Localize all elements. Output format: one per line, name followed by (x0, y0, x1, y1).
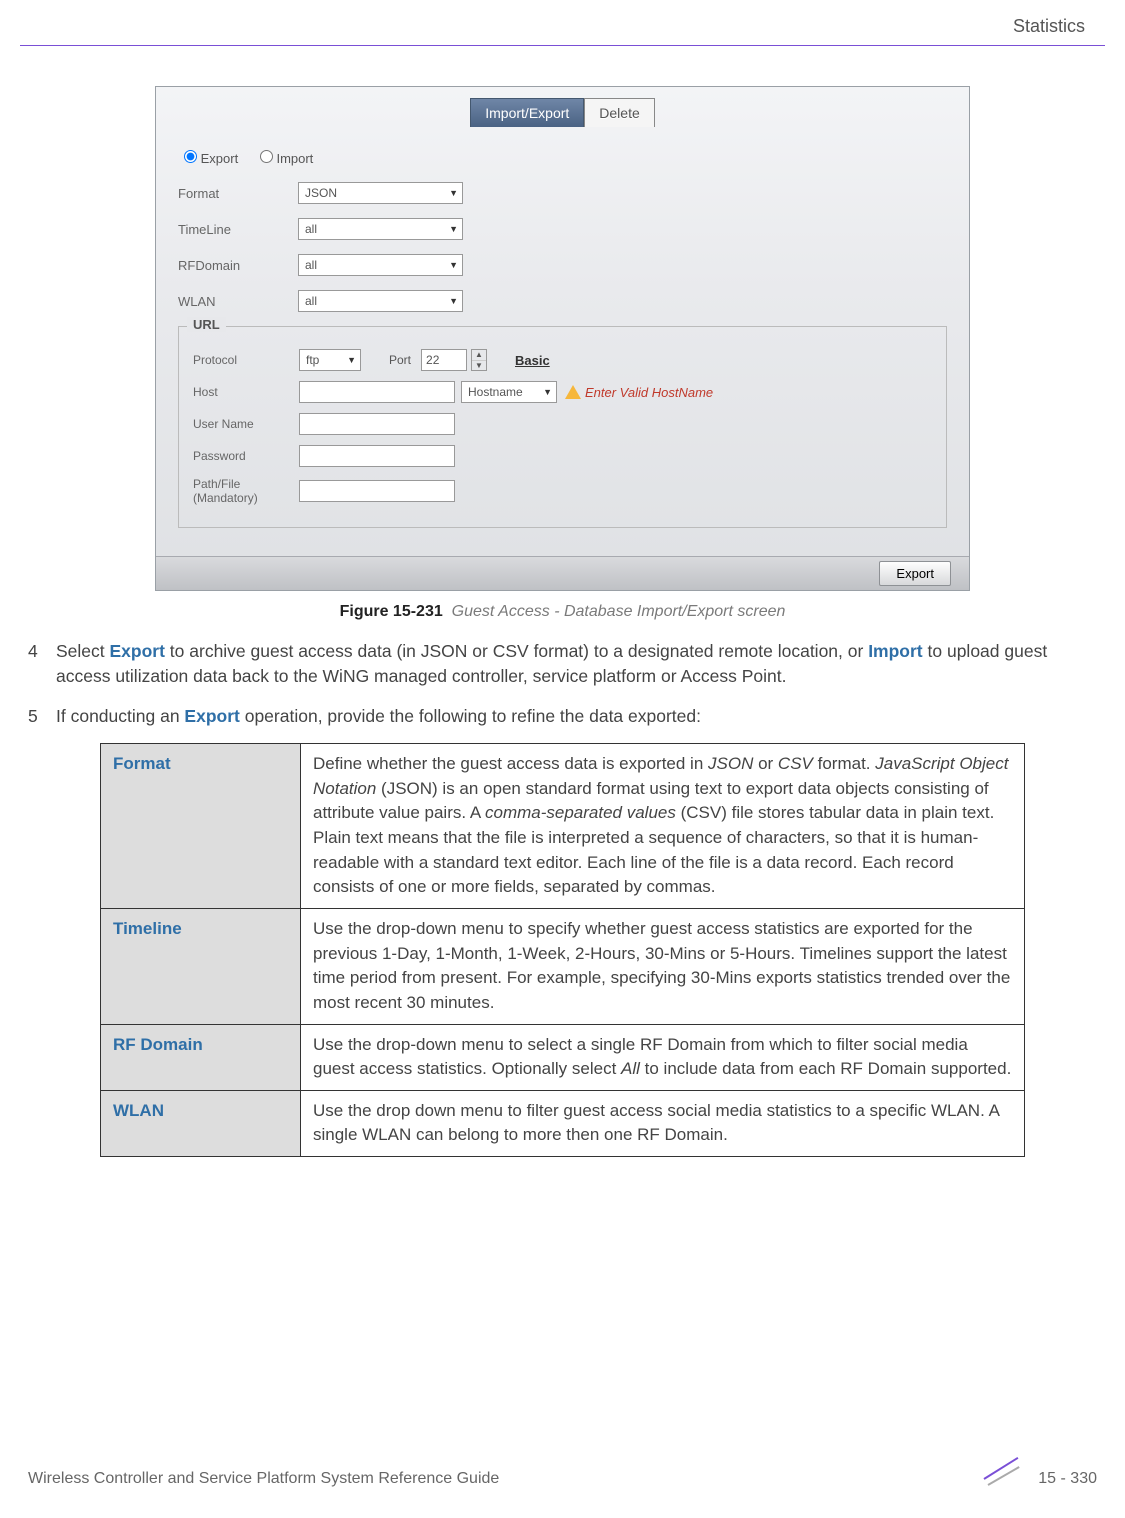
port-stepper[interactable]: ▲▼ (471, 349, 487, 371)
path-label: Path/File (Mandatory) (193, 477, 299, 505)
wlan-select[interactable]: all ▼ (298, 290, 463, 312)
definitions-table: Format Define whether the guest access d… (100, 743, 1025, 1157)
page-header: Statistics (0, 0, 1125, 45)
path-input[interactable] (299, 480, 455, 502)
desc-timeline: Use the drop-down menu to specify whethe… (301, 908, 1025, 1024)
host-type-select[interactable]: Hostname ▼ (461, 381, 557, 403)
chevron-down-icon: ▼ (449, 224, 458, 234)
radio-export-label: Export (201, 151, 239, 166)
table-row: Format Define whether the guest access d… (101, 744, 1025, 909)
url-legend: URL (187, 317, 226, 332)
radio-export[interactable]: Export (184, 151, 238, 166)
export-term: Export (110, 641, 165, 661)
wlan-value: all (305, 294, 317, 308)
chevron-down-icon: ▼ (449, 296, 458, 306)
import-term: Import (868, 641, 922, 661)
page-footer: Wireless Controller and Service Platform… (28, 1456, 1097, 1502)
chevron-up-icon: ▲ (472, 350, 486, 361)
port-input[interactable]: 22 (421, 349, 467, 371)
step-number: 4 (28, 639, 56, 690)
step-5: 5 If conducting an Export operation, pro… (28, 704, 1097, 729)
chevron-down-icon: ▼ (449, 260, 458, 270)
timeline-value: all (305, 222, 317, 236)
wlan-label: WLAN (178, 294, 298, 309)
desc-wlan: Use the drop down menu to filter guest a… (301, 1090, 1025, 1156)
protocol-select[interactable]: ftp ▼ (299, 349, 361, 371)
header-rule (20, 45, 1105, 46)
table-row: WLAN Use the drop down menu to filter gu… (101, 1090, 1025, 1156)
warning-icon (565, 385, 581, 399)
term-wlan: WLAN (101, 1090, 301, 1156)
term-rfdomain: RF Domain (101, 1024, 301, 1090)
screenshot-panel: Import/ExportDelete Export Import Format… (155, 86, 970, 591)
footer-page-number: 15 - 330 (1038, 1470, 1097, 1488)
username-input[interactable] (299, 413, 455, 435)
figure-caption: Figure 15-231 Guest Access - Database Im… (0, 603, 1125, 621)
rfdomain-value: all (305, 258, 317, 272)
timeline-label: TimeLine (178, 222, 298, 237)
chevron-down-icon: ▼ (543, 387, 552, 397)
basic-link[interactable]: Basic (515, 353, 550, 368)
swoosh-icon (984, 1456, 1030, 1502)
text: If conducting an (56, 706, 184, 726)
url-fieldset: URL Protocol ftp▼ Port 22 ▲▼ Basic Host … (178, 326, 947, 528)
text: Select (56, 641, 110, 661)
rfdomain-select[interactable]: all ▼ (298, 254, 463, 276)
format-select[interactable]: JSON ▼ (298, 182, 463, 204)
host-label: Host (193, 385, 299, 399)
chevron-down-icon: ▼ (449, 188, 458, 198)
tab-bar: Import/ExportDelete (156, 87, 969, 130)
desc-format: Define whether the guest access data is … (301, 744, 1025, 909)
figure-number: Figure 15-231 (340, 603, 443, 620)
table-row: Timeline Use the drop-down menu to speci… (101, 908, 1025, 1024)
port-label: Port (389, 353, 411, 367)
tab-delete[interactable]: Delete (584, 98, 654, 127)
step-number: 5 (28, 704, 56, 729)
password-label: Password (193, 449, 299, 463)
table-row: RF Domain Use the drop-down menu to sele… (101, 1024, 1025, 1090)
text: to archive guest access data (in JSON or… (165, 641, 868, 661)
chevron-down-icon: ▼ (347, 355, 356, 365)
warning-text: Enter Valid HostName (585, 385, 713, 400)
term-timeline: Timeline (101, 908, 301, 1024)
tab-import-export[interactable]: Import/Export (470, 98, 584, 127)
export-term: Export (184, 706, 239, 726)
username-label: User Name (193, 417, 299, 431)
desc-rfdomain: Use the drop-down menu to select a singl… (301, 1024, 1025, 1090)
text: operation, provide the following to refi… (240, 706, 701, 726)
protocol-label: Protocol (193, 353, 299, 367)
figure-title: Guest Access - Database Import/Export sc… (452, 603, 786, 620)
radio-import[interactable]: Import (260, 151, 313, 166)
host-input[interactable] (299, 381, 455, 403)
footer-left: Wireless Controller and Service Platform… (28, 1470, 499, 1488)
radio-import-label: Import (276, 151, 313, 166)
radio-group: Export Import (184, 150, 947, 166)
protocol-value: ftp (306, 353, 319, 367)
term-format: Format (101, 744, 301, 909)
chevron-down-icon: ▼ (472, 361, 486, 371)
rfdomain-label: RFDomain (178, 258, 298, 273)
timeline-select[interactable]: all ▼ (298, 218, 463, 240)
step-4: 4 Select Export to archive guest access … (28, 639, 1097, 690)
host-type-value: Hostname (468, 385, 523, 399)
password-input[interactable] (299, 445, 455, 467)
format-label: Format (178, 186, 298, 201)
export-button[interactable]: Export (879, 561, 951, 586)
format-value: JSON (305, 186, 337, 200)
panel-footer: Export (156, 556, 969, 590)
